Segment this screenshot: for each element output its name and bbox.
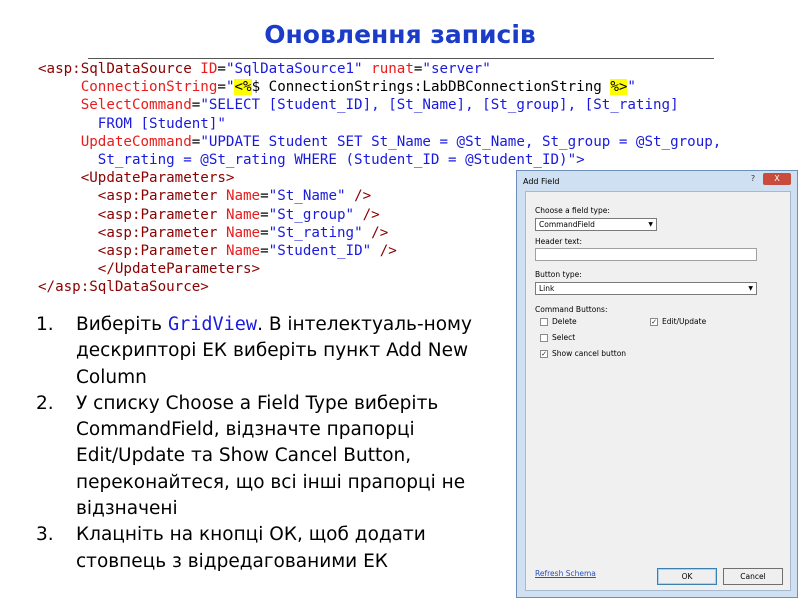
code-tag: <asp:Parameter — [97, 188, 218, 205]
code-string: St_rating = @St_rating WHERE (Student_ID… — [97, 152, 585, 169]
code-attr: UpdateCommand — [80, 133, 192, 150]
code-param-line: <asp:Parameter Name="St_group" /> — [97, 206, 380, 223]
header-text-label: Header text: — [535, 237, 583, 246]
code-line-3: SelectCommand="SELECT [Student_ID], [St_… — [80, 97, 679, 114]
code-string: "Student_ID" — [268, 243, 372, 260]
dialog-title: Add Field — [523, 177, 560, 186]
chevron-down-icon: ▼ — [748, 285, 753, 292]
code-attr: SelectCommand — [80, 97, 192, 114]
code-string: "SqlDataSource1" — [225, 61, 363, 77]
code-tag: </UpdateParameters> — [97, 261, 261, 278]
button-type-label: Button type: — [535, 270, 582, 279]
step-number: 1. — [36, 314, 54, 335]
code-tag: <asp:SqlDataSource — [38, 61, 192, 77]
add-field-dialog: Add Field ? X Choose a field type: Comma… — [516, 170, 798, 598]
help-button[interactable]: ? — [745, 173, 761, 185]
code-line-2: ConnectionString="<%$ ConnectionStrings:… — [80, 79, 636, 96]
header-text-input[interactable] — [535, 248, 757, 261]
instruction-step: 3. Клацніть на кнопці ОК, щоб додати сто… — [36, 522, 480, 575]
code-attr: ID — [200, 61, 218, 77]
code-string: "St_group" — [268, 206, 355, 223]
code-string: "St_Name" — [268, 188, 346, 205]
code-line-6: St_rating = @St_rating WHERE (Student_ID… — [38, 152, 585, 168]
button-type-value: Link — [539, 284, 555, 293]
code-tag: /> — [354, 188, 372, 205]
code-string: "UPDATE Student SET St_Name = @St_Name, … — [200, 133, 722, 150]
show-cancel-label: Show cancel button — [552, 349, 627, 358]
code-attr: ConnectionString — [80, 79, 218, 96]
code-string: "server" — [422, 61, 491, 77]
code-line-1: <asp:SqlDataSource ID="SqlDataSource1" r… — [38, 61, 491, 77]
command-buttons-label: Command Buttons: — [535, 305, 608, 314]
code-line-13: </asp:SqlDataSource> — [38, 279, 209, 295]
code-tag: </asp:SqlDataSource> — [38, 279, 209, 296]
select-label: Select — [552, 333, 576, 342]
chevron-down-icon: ▼ — [648, 221, 653, 228]
code-attr: runat — [371, 61, 414, 77]
instruction-step: 1. Виберіть GridView. В інтелектуаль-ном… — [36, 312, 480, 391]
delete-label: Delete — [552, 317, 577, 326]
code-text: $ ConnectionStrings:LabDBConnectionStrin… — [251, 79, 611, 96]
code-string: "SELECT [Student_ID], [St_Name], [St_gro… — [200, 97, 679, 114]
instruction-step: 2. У списку Choose a Field Type виберіть… — [36, 391, 480, 522]
code-tag: <asp:Parameter — [97, 206, 218, 223]
code-param-line: <asp:Parameter Name="St_rating" /> — [97, 224, 389, 241]
step-text: Виберіть — [76, 314, 168, 335]
step-number: 3. — [36, 524, 54, 546]
edit-update-checkbox[interactable]: ✓ — [650, 318, 658, 326]
refresh-schema-link[interactable]: Refresh Schema — [535, 569, 596, 578]
code-tag: /> — [362, 206, 380, 223]
code-attr: Name — [225, 188, 261, 205]
code-string: "St_rating" — [268, 224, 363, 241]
step-text: У списку Choose a Field Type виберіть Co… — [76, 392, 466, 520]
code-highlight: <% — [234, 79, 252, 96]
step-number: 2. — [36, 392, 54, 414]
code-tag: <asp:Parameter — [97, 243, 218, 260]
code-string: " — [627, 79, 636, 96]
code-param-line: <asp:Parameter Name="St_Name" /> — [97, 188, 372, 205]
code-tag: /> — [371, 224, 389, 241]
code-attr: Name — [225, 243, 261, 260]
code-line-4: FROM [Student]" — [38, 116, 226, 132]
button-type-select[interactable]: Link ▼ — [535, 282, 757, 295]
code-tag: <UpdateParameters> — [80, 170, 235, 187]
code-tag: <asp:Parameter — [97, 224, 218, 241]
field-type-value: CommandField — [539, 220, 595, 229]
code-attr: Name — [225, 224, 261, 241]
title-divider — [88, 58, 714, 59]
code-highlight: %> — [610, 79, 628, 96]
field-type-label: Choose a field type: — [535, 206, 610, 215]
edit-update-label: Edit/Update — [662, 317, 707, 326]
code-tag: /> — [379, 243, 397, 260]
step-text: Клацніть на кнопці ОК, щоб додати стовпе… — [76, 524, 426, 572]
code-param-line: <asp:Parameter Name="Student_ID" /> — [97, 243, 397, 260]
close-button[interactable]: X — [763, 173, 791, 185]
field-type-select[interactable]: CommandField ▼ — [535, 218, 657, 231]
window-controls: ? X — [745, 173, 791, 185]
code-string: FROM [Student]" — [97, 115, 226, 132]
select-checkbox[interactable] — [540, 334, 548, 342]
code-attr: Name — [225, 206, 261, 223]
show-cancel-checkbox[interactable]: ✓ — [540, 350, 548, 358]
step-code: GridView — [167, 314, 258, 335]
slide-title: Оновлення записів — [264, 20, 536, 49]
delete-checkbox[interactable] — [540, 318, 548, 326]
dialog-body: Choose a field type: CommandField ▼ Head… — [525, 191, 791, 591]
cancel-button[interactable]: Cancel — [723, 568, 783, 585]
code-line-7: <UpdateParameters> — [38, 170, 235, 187]
code-line-12: </UpdateParameters> — [38, 261, 260, 277]
instruction-list: 1. Виберіть GridView. В інтелектуаль-ном… — [36, 312, 480, 575]
ok-button[interactable]: OK — [657, 568, 717, 585]
code-line-5: UpdateCommand="UPDATE Student SET St_Nam… — [80, 133, 722, 150]
